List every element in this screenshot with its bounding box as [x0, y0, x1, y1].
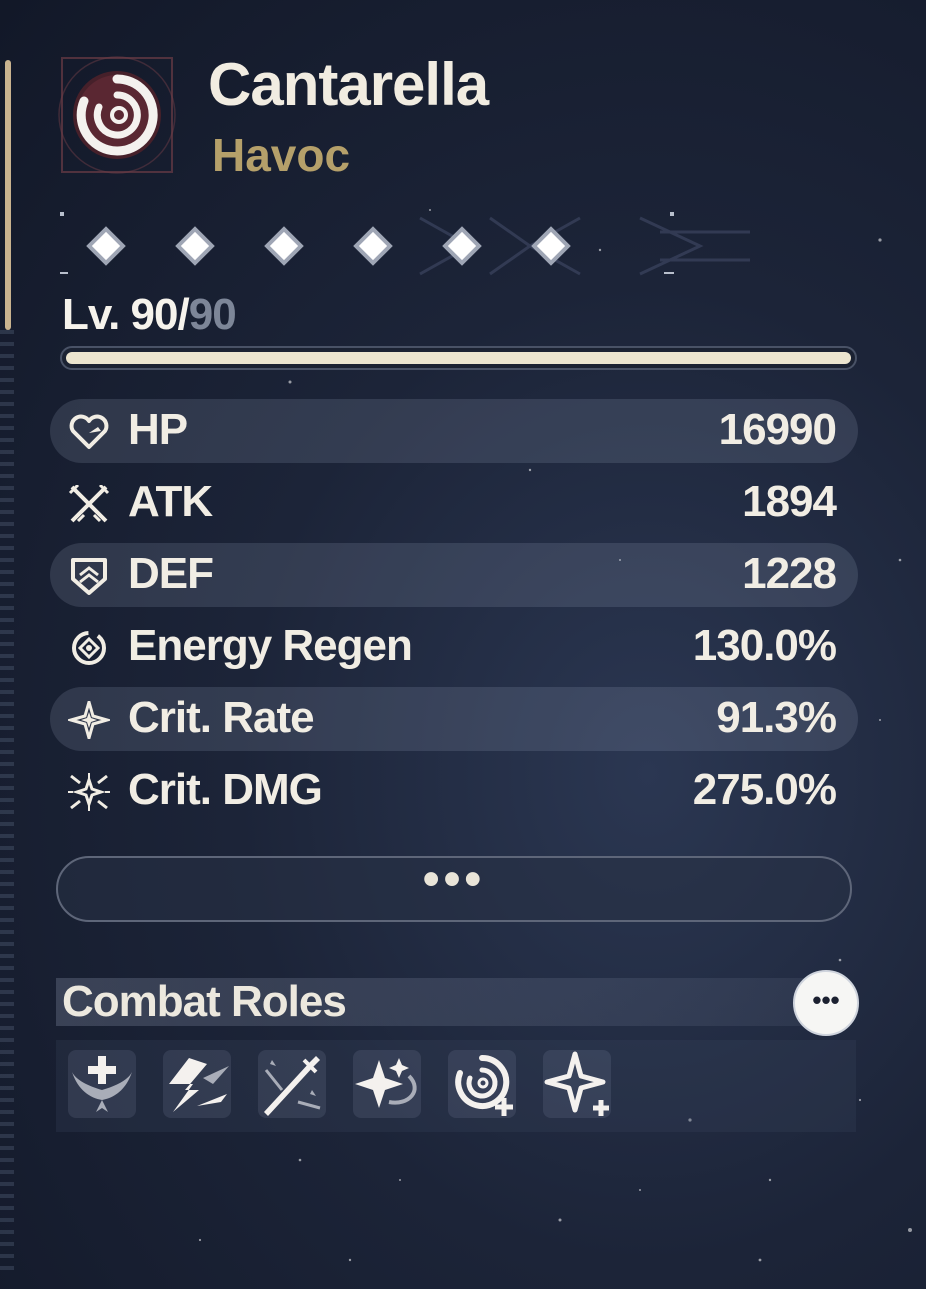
stat-label: Crit. DMG — [128, 765, 323, 814]
stat-row-atk: ATK 1894 — [50, 471, 858, 535]
stat-value: 91.3% — [716, 693, 837, 742]
crossed-swords-icon — [68, 485, 110, 523]
combat-role-5[interactable] — [448, 1050, 516, 1118]
sequence-node-1 — [86, 226, 126, 266]
shield-icon — [71, 558, 107, 595]
level-progress-fill — [66, 352, 851, 364]
stat-row-crit-dmg: Crit. DMG 275.0% — [50, 759, 858, 823]
stat-value: 1894 — [742, 477, 837, 526]
combat-role-2[interactable] — [163, 1050, 231, 1118]
side-decoration — [0, 330, 14, 1270]
stat-row-def: DEF 1228 — [50, 543, 858, 607]
character-name: Cantarella — [208, 51, 489, 118]
level-separator: / — [177, 290, 189, 339]
more-stats-button[interactable]: ••• — [56, 856, 852, 922]
stat-value: 16990 — [718, 405, 837, 454]
stat-label: Crit. Rate — [128, 693, 315, 742]
sequence-node-6 — [531, 226, 571, 266]
level-max: 90 — [188, 290, 237, 339]
combat-roles-title: Combat Roles — [62, 977, 347, 1026]
sword-slash-icon — [264, 1056, 321, 1116]
energy-regen-icon — [72, 631, 106, 665]
stat-row-hp: HP 16990 — [50, 399, 858, 463]
stat-label: HP — [128, 405, 188, 454]
stat-row-energy-regen: Energy Regen 130.0% — [50, 615, 858, 679]
combat-role-6[interactable] — [543, 1050, 611, 1118]
sequence-node-2 — [175, 226, 215, 266]
havoc-spiral-icon — [58, 52, 176, 178]
combat-roles-more-button[interactable]: ••• — [793, 970, 859, 1036]
healing-wings-icon — [72, 1056, 132, 1112]
stat-label: ATK — [128, 477, 213, 526]
sequence-node-4 — [353, 226, 393, 266]
heart-icon — [69, 414, 109, 449]
combat-role-4[interactable] — [353, 1050, 421, 1118]
stat-label: Energy Regen — [128, 621, 413, 670]
stat-row-crit-rate: Crit. Rate 91.3% — [50, 687, 858, 751]
crit-dmg-icon — [68, 773, 110, 811]
sequence-node-3 — [264, 226, 304, 266]
stat-label: DEF — [128, 549, 214, 598]
selection-indicator — [5, 60, 11, 330]
stat-value: 1228 — [742, 549, 837, 598]
sparkle-swirl-icon — [355, 1058, 417, 1108]
havoc-spiral-plus-icon — [455, 1054, 513, 1116]
crit-rate-icon — [68, 701, 110, 739]
level-prefix: Lv. — [62, 290, 131, 339]
level-progress-bar — [60, 346, 857, 370]
sequence-nodes — [60, 212, 750, 276]
combat-role-3[interactable] — [258, 1050, 326, 1118]
lightning-strike-icon — [169, 1058, 229, 1112]
stat-value: 275.0% — [692, 765, 837, 814]
combat-role-1[interactable] — [68, 1050, 136, 1118]
element-label: Havoc — [212, 129, 351, 181]
star-plus-icon — [544, 1051, 609, 1116]
level-label: Lv. 90/90 — [62, 290, 237, 340]
stat-value: 130.0% — [692, 621, 837, 670]
level-current: 90 — [130, 290, 179, 339]
